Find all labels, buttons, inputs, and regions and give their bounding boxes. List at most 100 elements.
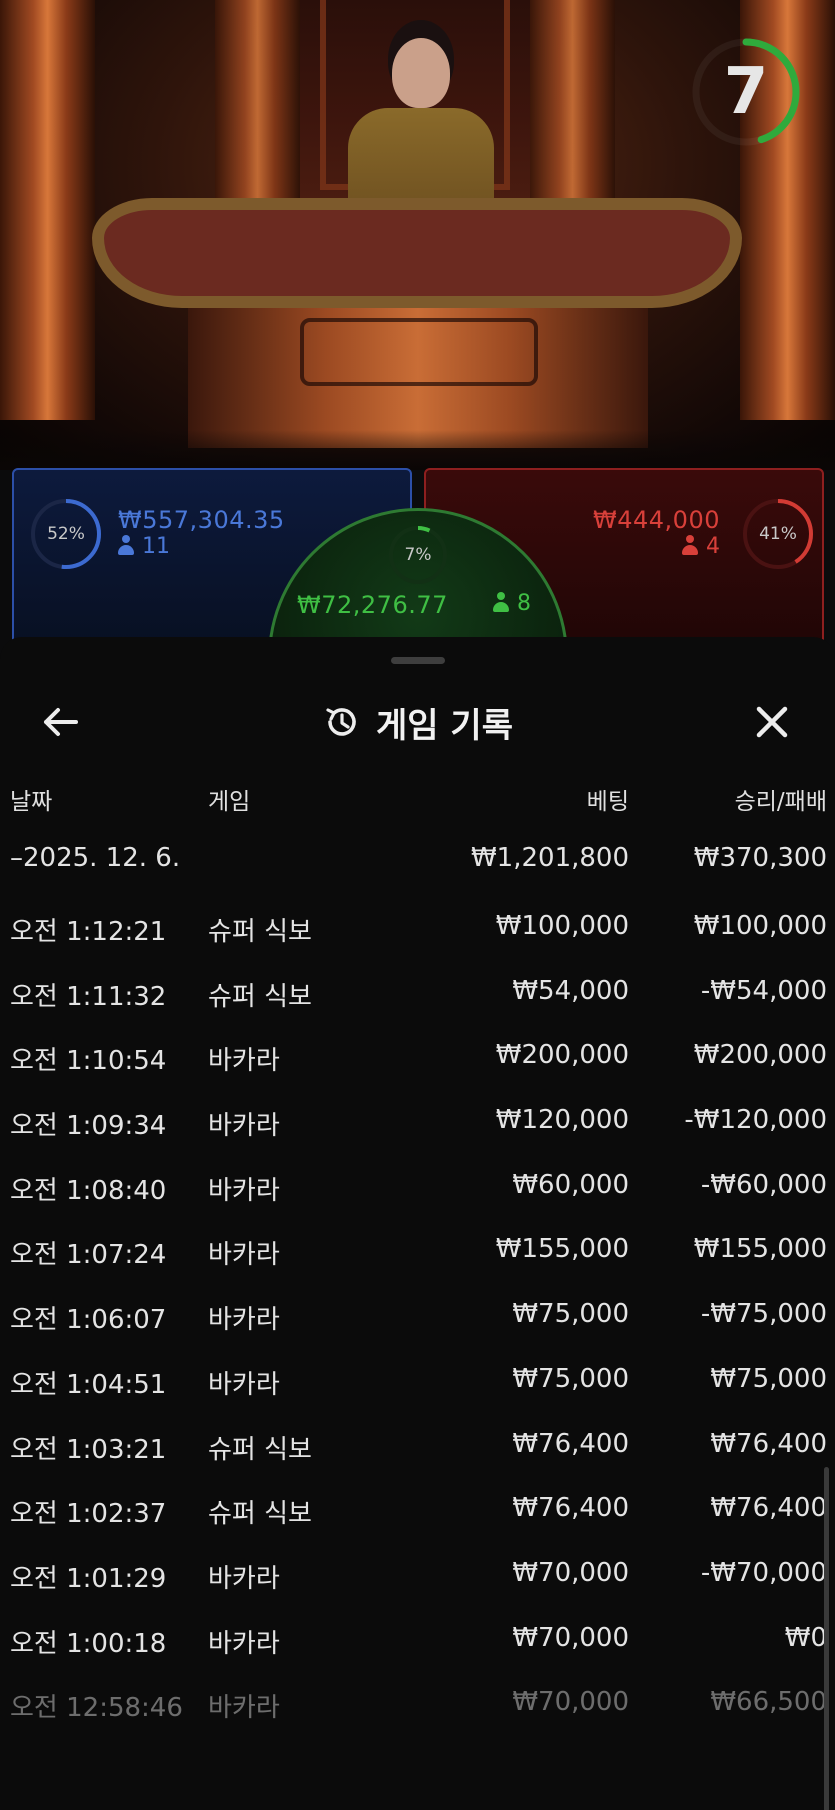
row-bet: ₩76,400 bbox=[512, 1493, 629, 1524]
row-time: 오전 1:09:34 bbox=[10, 1111, 167, 1142]
row-bet: ₩200,000 bbox=[495, 1040, 629, 1071]
history-table-header: 날짜 게임 베팅 승리/패배 bbox=[0, 782, 835, 822]
row-time: 오전 1:04:51 bbox=[10, 1369, 167, 1400]
row-time: 오전 1:10:54 bbox=[10, 1046, 167, 1077]
banker-count-value: 4 bbox=[706, 534, 720, 559]
row-winloss: ₩200,000 bbox=[693, 1040, 827, 1071]
column-game: 게임 bbox=[208, 789, 251, 815]
row-bet: ₩155,000 bbox=[495, 1234, 629, 1265]
table-row[interactable]: 오전 1:12:21 슈퍼 식보 ₩100,000 ₩100,000 bbox=[0, 899, 835, 964]
row-bet: ₩60,000 bbox=[512, 1169, 629, 1200]
row-time: 오전 1:11:32 bbox=[10, 981, 167, 1012]
row-bet: ₩70,000 bbox=[512, 1622, 629, 1653]
row-time: 오전 1:06:07 bbox=[10, 1305, 167, 1336]
row-winloss: ₩75,000 bbox=[710, 1363, 827, 1394]
column-date: 날짜 bbox=[10, 789, 53, 815]
row-bet: ₩75,000 bbox=[512, 1299, 629, 1330]
row-bet: ₩70,000 bbox=[512, 1687, 629, 1718]
row-time: 오전 12:58:46 bbox=[10, 1693, 183, 1724]
history-scrollbar[interactable] bbox=[824, 1467, 829, 1810]
table-row[interactable]: 오전 1:09:34 바카라 ₩120,000 -₩120,000 bbox=[0, 1093, 835, 1158]
row-winloss: -₩70,000 bbox=[700, 1557, 827, 1588]
table-row[interactable]: 오전 1:06:07 바카라 ₩75,000 -₩75,000 bbox=[0, 1287, 835, 1352]
row-bet: ₩120,000 bbox=[495, 1105, 629, 1136]
row-game: 슈퍼 식보 bbox=[208, 917, 312, 947]
row-winloss: ₩100,000 bbox=[693, 911, 827, 941]
banker-player-count: 4 bbox=[682, 534, 720, 559]
row-time: 오전 1:02:37 bbox=[10, 1499, 167, 1530]
live-video-stage: 7 bbox=[0, 0, 835, 470]
row-winloss: ₩155,000 bbox=[693, 1234, 827, 1265]
table-row[interactable]: 오전 1:11:32 슈퍼 식보 ₩54,000 -₩54,000 bbox=[0, 964, 835, 1029]
row-game: 바카라 bbox=[208, 1111, 280, 1142]
row-game: 바카라 bbox=[208, 1369, 280, 1400]
row-winloss: ₩76,400 bbox=[710, 1428, 827, 1459]
row-bet: ₩70,000 bbox=[512, 1557, 629, 1588]
row-game: 바카라 bbox=[208, 1175, 280, 1206]
history-table-body: –2025. 12. 6. ₩1,201,800 ₩370,300 오전 1:1… bbox=[0, 837, 835, 1740]
dealer-head bbox=[392, 38, 450, 108]
row-winloss: ₩76,400 bbox=[710, 1493, 827, 1524]
table-row[interactable]: 오전 1:00:18 바카라 ₩70,000 ₩0 bbox=[0, 1611, 835, 1676]
countdown-timer-value: 7 bbox=[723, 55, 769, 129]
row-bet: ₩54,000 bbox=[512, 975, 629, 1006]
row-time: 오전 1:00:18 bbox=[10, 1628, 167, 1659]
tie-percent-label: 7% bbox=[404, 545, 432, 565]
row-time: 오전 1:03:21 bbox=[10, 1434, 167, 1465]
table-ornament bbox=[300, 318, 538, 386]
row-game: 바카라 bbox=[208, 1628, 280, 1659]
arrow-left-icon bbox=[44, 708, 78, 736]
table-row[interactable]: 오전 1:08:40 바카라 ₩60,000 -₩60,000 bbox=[0, 1158, 835, 1223]
summary-bet: ₩1,201,800 bbox=[470, 843, 629, 873]
row-time: 오전 1:08:40 bbox=[10, 1175, 167, 1206]
table-row[interactable]: 오전 1:02:37 슈퍼 식보 ₩76,400 ₩76,400 bbox=[0, 1481, 835, 1546]
player-player-count: 11 bbox=[118, 534, 170, 559]
tie-bet-amount: ₩72,276.77 bbox=[297, 591, 448, 619]
bet-panels: 52% ₩557,304.35 11 ₩444,000 4 41% 7% ₩72… bbox=[0, 468, 835, 808]
row-bet: ₩100,000 bbox=[495, 911, 629, 941]
stage-pillar-inner-left bbox=[215, 0, 300, 200]
close-icon bbox=[756, 706, 788, 738]
row-winloss: ₩66,500 bbox=[710, 1687, 827, 1718]
baccarat-table bbox=[92, 198, 742, 308]
row-bet: ₩76,400 bbox=[512, 1428, 629, 1459]
row-game: 슈퍼 식보 bbox=[208, 1434, 312, 1465]
person-icon bbox=[682, 535, 698, 555]
table-row[interactable]: 오전 1:10:54 바카라 ₩200,000 ₩200,000 bbox=[0, 1028, 835, 1093]
row-winloss: -₩120,000 bbox=[684, 1105, 827, 1136]
row-time: 오전 1:07:24 bbox=[10, 1240, 167, 1271]
row-winloss: -₩54,000 bbox=[700, 975, 827, 1006]
row-game: 슈퍼 식보 bbox=[208, 1499, 312, 1530]
summary-date: –2025. 12. 6. bbox=[10, 843, 181, 873]
summary-winloss: ₩370,300 bbox=[693, 843, 827, 873]
sheet-drag-handle[interactable] bbox=[391, 657, 445, 664]
player-percent-label: 52% bbox=[47, 524, 85, 544]
tie-count-value: 8 bbox=[517, 591, 531, 616]
column-bet: 베팅 bbox=[586, 789, 629, 815]
column-winloss: 승리/패배 bbox=[734, 789, 827, 815]
player-bet-amount: ₩557,304.35 bbox=[118, 506, 285, 534]
table-row[interactable]: 오전 1:01:29 바카라 ₩70,000 -₩70,000 bbox=[0, 1546, 835, 1611]
table-row[interactable]: 오전 1:04:51 바카라 ₩75,000 ₩75,000 bbox=[0, 1352, 835, 1417]
table-row[interactable]: 오전 1:03:21 슈퍼 식보 ₩76,400 ₩76,400 bbox=[0, 1417, 835, 1482]
table-row[interactable]: 오전 1:07:24 바카라 ₩155,000 ₩155,000 bbox=[0, 1222, 835, 1287]
row-winloss: ₩0 bbox=[784, 1622, 827, 1653]
player-count-value: 11 bbox=[142, 534, 170, 559]
back-button[interactable] bbox=[34, 687, 90, 757]
stage-pillar-left bbox=[0, 0, 95, 420]
person-icon bbox=[118, 535, 134, 555]
row-game: 바카라 bbox=[208, 1305, 280, 1336]
row-winloss: -₩60,000 bbox=[700, 1169, 827, 1200]
game-history-sheet: 게임 기록 날짜 게임 베팅 승리/패배 –2025. 12. 6. ₩1,20… bbox=[0, 637, 835, 1810]
tie-player-count: 8 bbox=[493, 591, 531, 616]
row-game: 바카라 bbox=[208, 1693, 280, 1724]
banker-bet-amount: ₩444,000 bbox=[593, 506, 720, 534]
row-winloss: -₩75,000 bbox=[700, 1299, 827, 1330]
date-summary-row[interactable]: –2025. 12. 6. ₩1,201,800 ₩370,300 bbox=[0, 837, 835, 899]
close-button[interactable] bbox=[744, 687, 800, 757]
row-game: 바카라 bbox=[208, 1046, 280, 1077]
sheet-title-wrap: 게임 기록 bbox=[0, 687, 835, 757]
row-game: 바카라 bbox=[208, 1563, 280, 1594]
table-row[interactable]: 오전 12:58:46 바카라 ₩70,000 ₩66,500 bbox=[0, 1675, 835, 1740]
row-game: 바카라 bbox=[208, 1240, 280, 1271]
